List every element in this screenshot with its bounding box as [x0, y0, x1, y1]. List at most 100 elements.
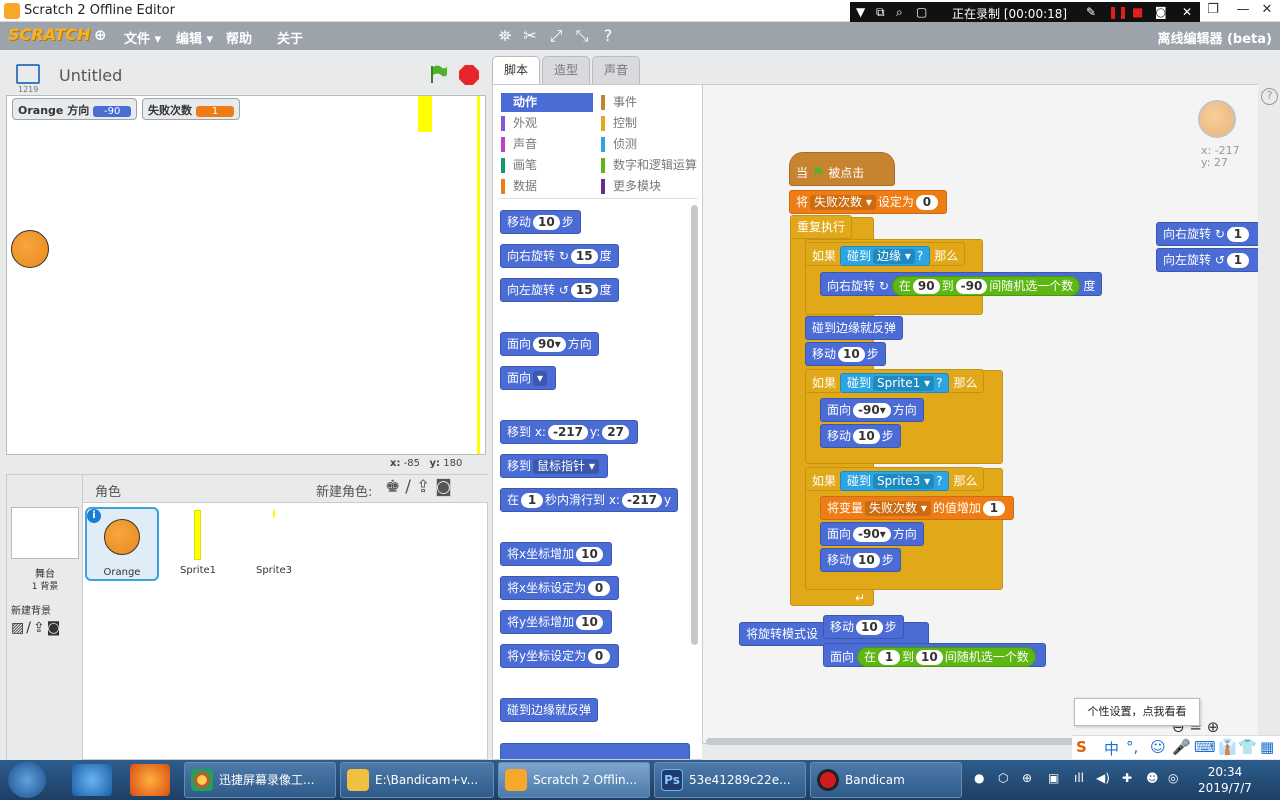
- block-goto-xy[interactable]: 移到 x: -217 y: 27: [500, 420, 638, 444]
- block-input[interactable]: 10: [533, 215, 560, 230]
- category-looks[interactable]: 外观: [501, 114, 593, 133]
- tray-flag-icon[interactable]: ▣: [1048, 771, 1059, 785]
- block-turn-right[interactable]: 向右旋转 ↻ 15 度: [500, 244, 619, 268]
- block-input[interactable]: 0: [915, 195, 938, 210]
- recorder-collapse-icon[interactable]: ▼: [856, 5, 865, 19]
- upload-icon[interactable]: ⇪: [33, 620, 47, 636]
- category-motion[interactable]: 动作: [501, 93, 593, 112]
- tab-scripts[interactable]: 脚本: [492, 56, 540, 84]
- block-input[interactable]: 1: [982, 501, 1005, 516]
- sprite-tile-sprite1[interactable]: Sprite1: [161, 507, 235, 581]
- recorder-stop-icon[interactable]: ■: [1132, 5, 1143, 19]
- task-photoshop[interactable]: Ps 53e41289c22e...: [654, 762, 806, 798]
- move-block[interactable]: 移动 10 步: [820, 548, 901, 572]
- menu-file[interactable]: 文件 ▾: [124, 28, 161, 47]
- firefox-icon[interactable]: [130, 764, 170, 796]
- turn-random-block[interactable]: 向右旋转 ↻ 在 90 到 -90 间随机选一个数度: [820, 272, 1103, 296]
- brush-icon[interactable]: /: [26, 620, 33, 636]
- task-scratch[interactable]: Scratch 2 Offlin...: [498, 762, 650, 798]
- ime-chinese-mode[interactable]: 中: [1104, 738, 1119, 759]
- green-flag-icon[interactable]: [428, 64, 448, 84]
- block-input[interactable]: 10: [838, 347, 865, 362]
- tray-security-icon[interactable]: ✚: [1122, 771, 1132, 785]
- paint-sprite-icon[interactable]: /: [405, 477, 416, 497]
- recorder-region-icon[interactable]: ▢: [916, 5, 927, 19]
- move-block[interactable]: 移动 10 步: [820, 424, 901, 448]
- block-input[interactable]: 1: [1226, 253, 1249, 268]
- palette-scrollbar[interactable]: [691, 205, 698, 645]
- touching-sprite3-predicate[interactable]: 碰到 Sprite3 ▾?: [840, 471, 950, 491]
- menu-edit[interactable]: 编辑 ▾: [176, 28, 213, 47]
- stage-canvas[interactable]: Orange 方向 -90 失败次数 1: [6, 95, 486, 455]
- paint-backdrop-icon[interactable]: ▨: [11, 620, 26, 636]
- info-icon[interactable]: i: [87, 509, 101, 523]
- sprite-library-icon[interactable]: ♚: [385, 477, 405, 497]
- camera-icon[interactable]: ◙: [47, 620, 63, 636]
- if-touching-edge-block[interactable]: 如果 碰到 边缘 ▾? 那么: [805, 242, 966, 266]
- block-input[interactable]: 10: [916, 650, 943, 665]
- task-explorer[interactable]: E:\Bandicam+v...: [340, 762, 494, 798]
- recorder-zoom-icon[interactable]: ⌕: [896, 5, 903, 20]
- recorder-pause-icon[interactable]: ❚❚: [1108, 5, 1128, 19]
- touch-dropdown[interactable]: Sprite1 ▾: [873, 376, 935, 391]
- variable-dropdown[interactable]: 失败次数 ▾: [810, 195, 876, 210]
- category-events[interactable]: 事件: [601, 93, 699, 112]
- recorder-pen-icon[interactable]: ✎: [1086, 5, 1096, 19]
- move-block-loose[interactable]: 移动 10 步: [823, 615, 904, 639]
- random-reporter[interactable]: 在 1 到 10 间随机选一个数: [857, 647, 1036, 667]
- start-button-icon[interactable]: [8, 762, 46, 798]
- sprite3-yellow-line[interactable]: [477, 96, 480, 454]
- block-input[interactable]: 10: [853, 553, 880, 568]
- tray-record-icon[interactable]: ●: [974, 771, 984, 785]
- block-input[interactable]: -90▾: [853, 403, 891, 418]
- block-input[interactable]: -90: [955, 279, 988, 294]
- script-area[interactable]: x: -217 y: 27 当 ⚑ 被点击 将失败次数 ▾ 设定为 0 重复执行 如果…: [702, 84, 1260, 744]
- touching-sprite1-predicate[interactable]: 碰到 Sprite1 ▾?: [840, 373, 950, 393]
- orange-sprite[interactable]: [11, 230, 49, 268]
- block-input[interactable]: 90▾: [533, 337, 566, 352]
- language-globe-icon[interactable]: ⊕: [94, 26, 107, 44]
- block-input[interactable]: 10: [856, 620, 883, 635]
- category-pen[interactable]: 画笔: [501, 156, 593, 175]
- duplicate-stamp-icon[interactable]: ⛯: [495, 25, 515, 47]
- category-control[interactable]: 控制: [601, 114, 699, 133]
- block-input[interactable]: 27: [602, 425, 629, 440]
- ie-browser-icon[interactable]: [72, 764, 112, 796]
- project-title[interactable]: Untitled: [59, 66, 122, 85]
- category-sound[interactable]: 声音: [501, 135, 593, 154]
- when-flag-clicked-block[interactable]: 当 ⚑ 被点击: [789, 152, 895, 186]
- tab-costumes[interactable]: 造型: [542, 56, 590, 84]
- stage-thumbnail[interactable]: [11, 507, 79, 559]
- delete-scissors-icon[interactable]: ✂: [520, 25, 540, 47]
- task-screen-recorder[interactable]: 迅捷屏幕录像工...: [184, 762, 336, 798]
- sprite-tile-sprite3[interactable]: Sprite3: [237, 507, 311, 581]
- sprite-tile-orange[interactable]: i Orange: [85, 507, 159, 581]
- point-random-block[interactable]: 面向在 1 到 10 间随机选一个数: [823, 643, 1046, 667]
- task-bandicam[interactable]: Bandicam: [810, 762, 962, 798]
- random-reporter[interactable]: 在 90 到 -90 间随机选一个数: [891, 276, 1081, 296]
- block-input[interactable]: 15: [570, 283, 598, 298]
- help-icon[interactable]: ?: [1261, 88, 1278, 105]
- block-input[interactable]: -217: [621, 493, 663, 508]
- block-set-y[interactable]: 将y坐标设定为 0: [500, 644, 620, 668]
- touching-edge-predicate[interactable]: 碰到 边缘 ▾?: [840, 246, 931, 266]
- block-rotation-style-partial[interactable]: [500, 743, 690, 759]
- block-change-x[interactable]: 将x坐标增加 10: [500, 542, 612, 566]
- block-input[interactable]: 1: [1226, 227, 1249, 242]
- clock[interactable]: 20:34 2019/7/7: [1190, 764, 1260, 796]
- set-variable-block[interactable]: 将失败次数 ▾ 设定为 0: [789, 190, 947, 214]
- grow-icon[interactable]: ⤢: [546, 25, 566, 47]
- fullscreen-icon[interactable]: [16, 64, 40, 84]
- tray-signal-icon[interactable]: ıll: [1074, 771, 1084, 785]
- ime-emoji-icon[interactable]: ☺: [1150, 738, 1166, 756]
- block-goto[interactable]: 移到 鼠标指针 ▾: [500, 454, 608, 478]
- zoom-in-icon[interactable]: ⊕: [1207, 718, 1220, 736]
- if-touching-sprite1-block[interactable]: 如果 碰到 Sprite1 ▾? 那么: [805, 369, 985, 393]
- shrink-icon[interactable]: ⤡: [572, 25, 592, 47]
- move-block[interactable]: 移动 10 步: [805, 342, 886, 366]
- close-button[interactable]: ✕: [1252, 0, 1280, 22]
- block-set-x[interactable]: 将x坐标设定为 0: [500, 576, 620, 600]
- block-input[interactable]: 10: [853, 429, 880, 444]
- scratch-logo[interactable]: SCRATCH: [8, 25, 90, 44]
- forever-block[interactable]: 重复执行: [790, 215, 853, 239]
